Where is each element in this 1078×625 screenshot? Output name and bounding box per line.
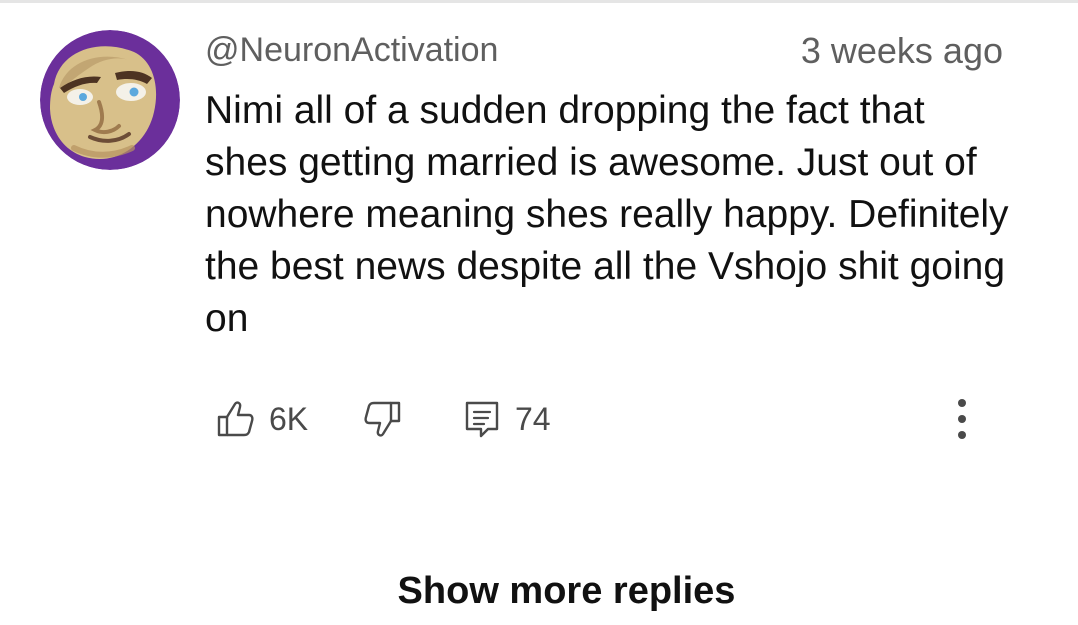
comment: @NeuronActivation 3 weeks ago Nimi all o… bbox=[205, 30, 1015, 341]
thumbs-up-icon bbox=[217, 401, 254, 437]
author-name[interactable]: @NeuronActivation bbox=[205, 30, 498, 70]
show-more-replies-button[interactable]: Show more replies bbox=[0, 568, 1078, 614]
reply-button[interactable]: 74 bbox=[463, 393, 551, 445]
comment-timestamp: 3 weeks ago bbox=[800, 30, 1003, 71]
more-vertical-icon bbox=[958, 399, 966, 439]
comment-header: @NeuronActivation 3 weeks ago bbox=[205, 30, 1015, 80]
avatar[interactable] bbox=[40, 30, 180, 170]
comment-actions: 6K 74 bbox=[215, 393, 995, 445]
comment-reply-icon bbox=[465, 401, 499, 438]
more-options-button[interactable] bbox=[947, 393, 977, 445]
reply-count: 74 bbox=[515, 401, 551, 437]
thumbs-down-icon bbox=[364, 401, 401, 437]
like-count: 6K bbox=[269, 401, 309, 437]
dislike-button[interactable] bbox=[363, 393, 403, 445]
comment-text: Nimi all of a sudden dropping the fact t… bbox=[205, 89, 1009, 340]
cartoon-spaceman-avatar-icon bbox=[40, 30, 180, 170]
like-button[interactable]: 6K bbox=[215, 393, 308, 445]
top-divider bbox=[0, 0, 1078, 3]
